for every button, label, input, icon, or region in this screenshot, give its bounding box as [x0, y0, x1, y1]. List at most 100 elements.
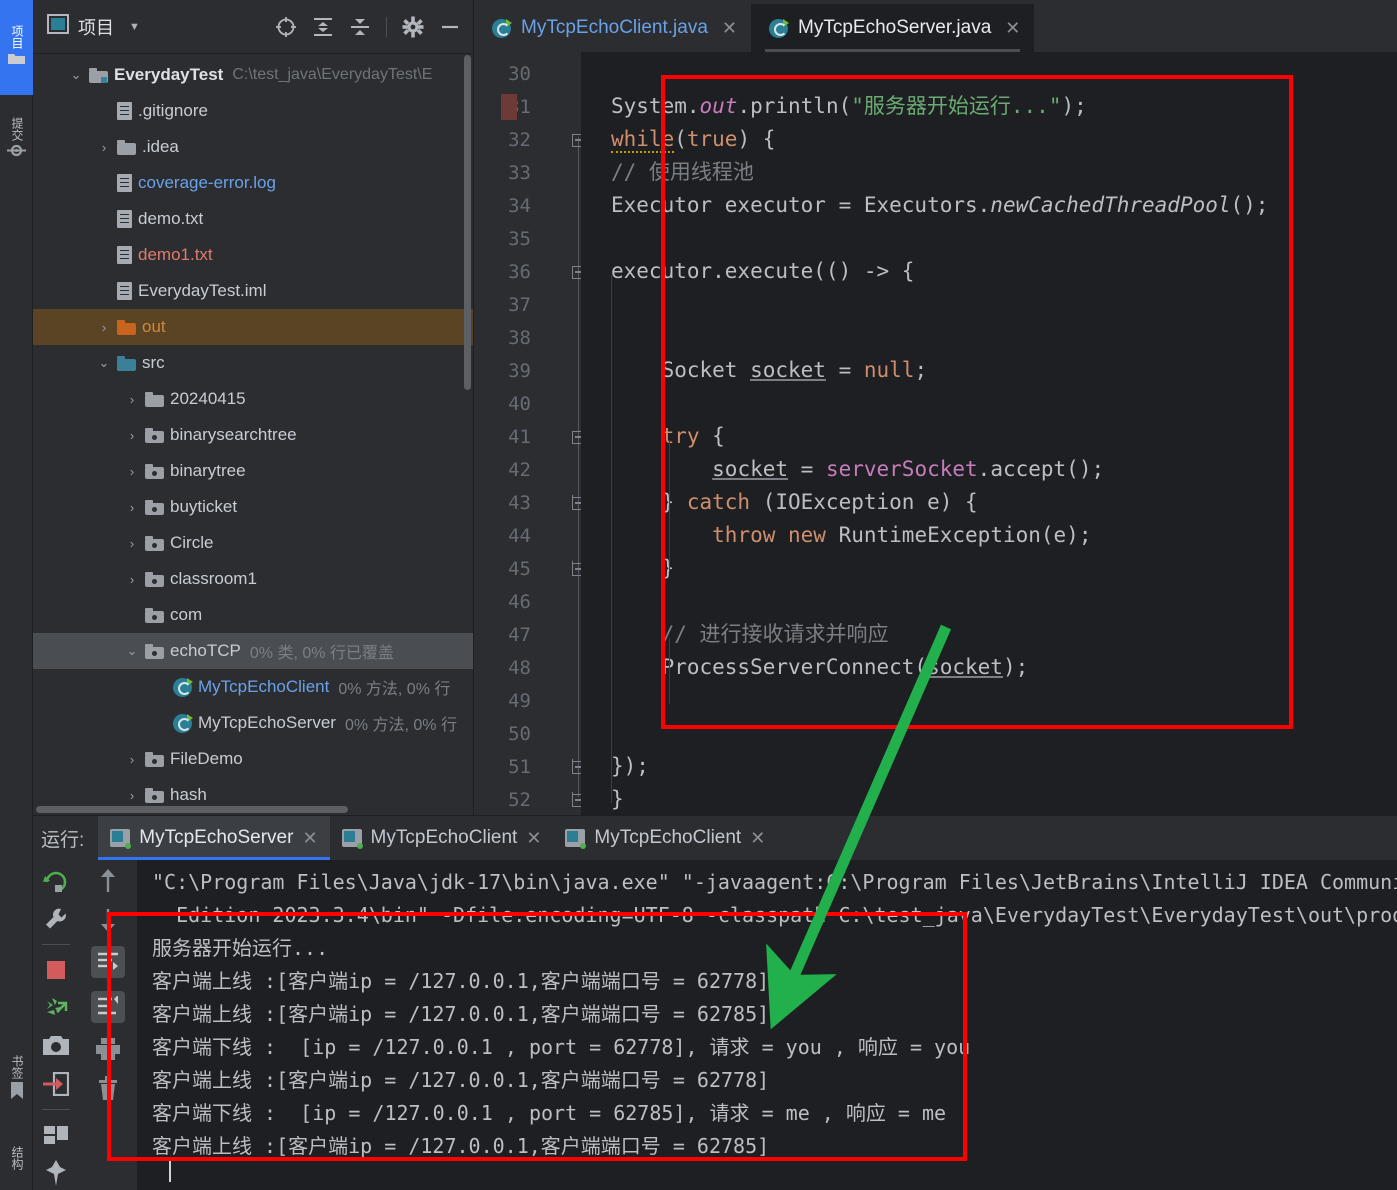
project-panel-title-group[interactable]: 项目 ▼: [47, 14, 140, 40]
chevron-right-icon[interactable]: ·: [153, 716, 167, 731]
code-editor[interactable]: System.out.println("服务器开始运行...");while(t…: [581, 52, 1397, 815]
layout-icon[interactable]: [43, 1122, 69, 1148]
tree-row[interactable]: ›binarytree: [33, 453, 473, 489]
chevron-right-icon[interactable]: ·: [97, 248, 111, 263]
tree-row[interactable]: ⌄echoTCP0% 类, 0% 行已覆盖: [33, 633, 473, 669]
close-icon[interactable]: ✕: [750, 828, 765, 849]
scroll-up-icon[interactable]: [95, 868, 121, 894]
print-icon[interactable]: [95, 1036, 121, 1062]
editor-tab[interactable]: MyTcpEchoServer.java✕: [751, 4, 1034, 52]
editor-gutter[interactable]: 3031323334353637383940414243444546474849…: [474, 52, 581, 815]
code-line[interactable]: while(true) {: [611, 123, 775, 156]
tree-row[interactable]: ›out: [33, 309, 473, 345]
tree-row[interactable]: ·coverage-error.log: [33, 165, 473, 201]
sidebar-item-commit[interactable]: 提交: [0, 100, 33, 178]
close-icon[interactable]: ✕: [302, 828, 317, 849]
tree-vertical-scrollbar[interactable]: [464, 55, 471, 390]
code-line[interactable]: Socket socket = null;: [611, 354, 927, 387]
editor-tab-bar[interactable]: MyTcpEchoClient.java✕MyTcpEchoServer.jav…: [474, 0, 1397, 52]
chevron-down-icon[interactable]: ⌄: [97, 355, 111, 371]
sidebar-item-bookmarks[interactable]: 书签: [0, 1040, 33, 1118]
chevron-down-icon[interactable]: ▼: [129, 21, 140, 33]
coverage-icon[interactable]: [43, 995, 69, 1021]
camera-snapshot-icon[interactable]: [43, 1033, 69, 1059]
pin-icon[interactable]: [43, 1160, 69, 1186]
chevron-down-icon[interactable]: ⌄: [125, 643, 139, 659]
tree-row[interactable]: ›20240415: [33, 381, 473, 417]
chevron-right-icon[interactable]: ·: [97, 212, 111, 227]
code-line[interactable]: });: [611, 750, 649, 783]
scroll-from-source-icon[interactable]: [275, 16, 297, 38]
soft-wrap-icon[interactable]: [91, 946, 125, 978]
collapse-all-icon[interactable]: [349, 16, 371, 38]
chevron-right-icon[interactable]: ›: [125, 428, 139, 443]
code-line[interactable]: // 使用线程池: [611, 156, 754, 189]
code-token: .println(: [737, 94, 851, 118]
run-tabs-container[interactable]: MyTcpEchoServer✕MyTcpEchoClient✕MyTcpEch…: [98, 816, 777, 861]
close-icon[interactable]: ✕: [722, 18, 737, 39]
tree-row[interactable]: ·EverydayTest.iml: [33, 273, 473, 309]
code-line[interactable]: socket = serverSocket.accept();: [611, 453, 1104, 486]
chevron-right-icon[interactable]: ›: [125, 788, 139, 803]
project-tree[interactable]: ⌄EverydayTestC:\test_java\EverydayTest\E…: [33, 54, 473, 815]
chevron-right-icon[interactable]: ›: [125, 752, 139, 767]
run-tab[interactable]: MyTcpEchoServer✕: [98, 816, 329, 861]
code-line[interactable]: }: [611, 552, 674, 585]
code-line[interactable]: executor.execute(() -> {: [611, 255, 914, 288]
chevron-right-icon[interactable]: ·: [125, 608, 139, 623]
tree-row[interactable]: ›buyticket: [33, 489, 473, 525]
console-output[interactable]: "C:\Program Files\Java\jdk-17\bin\java.e…: [138, 860, 1397, 1190]
code-line[interactable]: ProcessServerConnect(socket);: [611, 651, 1028, 684]
clear-all-icon[interactable]: [95, 1075, 121, 1101]
chevron-right-icon[interactable]: ›: [125, 536, 139, 551]
code-line[interactable]: Executor executor = Executors.newCachedT…: [611, 189, 1268, 222]
code-line[interactable]: } catch (IOException e) {: [611, 486, 978, 519]
code-line[interactable]: throw new RuntimeException(e);: [611, 519, 1091, 552]
scroll-to-end-icon[interactable]: [91, 991, 125, 1023]
chevron-right-icon[interactable]: ›: [97, 140, 111, 155]
sidebar-item-project[interactable]: 项目: [0, 0, 33, 95]
run-tab[interactable]: MyTcpEchoClient✕: [553, 816, 777, 861]
rerun-icon[interactable]: [43, 868, 69, 894]
tree-row[interactable]: ⌄EverydayTestC:\test_java\EverydayTest\E: [33, 57, 473, 93]
tree-row[interactable]: ·com: [33, 597, 473, 633]
close-icon[interactable]: ✕: [526, 828, 541, 849]
sidebar-item-structure[interactable]: 结构: [0, 1125, 33, 1190]
tree-row[interactable]: ·.gitignore: [33, 93, 473, 129]
hide-panel-icon[interactable]: [439, 16, 461, 38]
chevron-right-icon[interactable]: ·: [97, 284, 111, 299]
tree-row[interactable]: ›binarysearchtree: [33, 417, 473, 453]
expand-all-icon[interactable]: [312, 16, 334, 38]
chevron-right-icon[interactable]: ·: [153, 680, 167, 695]
code-line[interactable]: // 进行接收请求并响应: [611, 618, 889, 651]
chevron-right-icon[interactable]: ›: [125, 464, 139, 479]
chevron-right-icon[interactable]: ·: [97, 176, 111, 191]
scroll-down-icon[interactable]: [95, 907, 121, 933]
close-icon[interactable]: ✕: [1005, 18, 1020, 39]
settings-gear-icon[interactable]: [402, 16, 424, 38]
chevron-right-icon[interactable]: ›: [125, 500, 139, 515]
tree-row[interactable]: ›classroom1: [33, 561, 473, 597]
tree-row[interactable]: ·MyTcpEchoServer0% 方法, 0% 行: [33, 705, 473, 741]
code-line[interactable]: try {: [611, 420, 725, 453]
chevron-right-icon[interactable]: ›: [97, 320, 111, 335]
chevron-right-icon[interactable]: ·: [97, 104, 111, 119]
tree-row[interactable]: ›FileDemo: [33, 741, 473, 777]
chevron-right-icon[interactable]: ›: [125, 572, 139, 587]
tree-row[interactable]: ·MyTcpEchoClient0% 方法, 0% 行: [33, 669, 473, 705]
wrench-settings-icon[interactable]: [43, 906, 69, 932]
tree-horizontal-scrollbar[interactable]: [36, 806, 348, 813]
export-icon[interactable]: [43, 1071, 69, 1097]
stop-icon[interactable]: [43, 957, 69, 983]
tree-row[interactable]: ›Circle: [33, 525, 473, 561]
run-tab[interactable]: MyTcpEchoClient✕: [330, 816, 554, 861]
chevron-down-icon[interactable]: ⌄: [69, 67, 83, 83]
chevron-right-icon[interactable]: ›: [125, 392, 139, 407]
tree-row[interactable]: ·demo1.txt: [33, 237, 473, 273]
editor-tab[interactable]: MyTcpEchoClient.java✕: [474, 4, 751, 52]
tree-row[interactable]: ›.idea: [33, 129, 473, 165]
code-line[interactable]: System.out.println("服务器开始运行...");: [611, 90, 1087, 123]
tree-row[interactable]: ·demo.txt: [33, 201, 473, 237]
tree-row[interactable]: ⌄src: [33, 345, 473, 381]
code-line[interactable]: }: [611, 783, 624, 815]
